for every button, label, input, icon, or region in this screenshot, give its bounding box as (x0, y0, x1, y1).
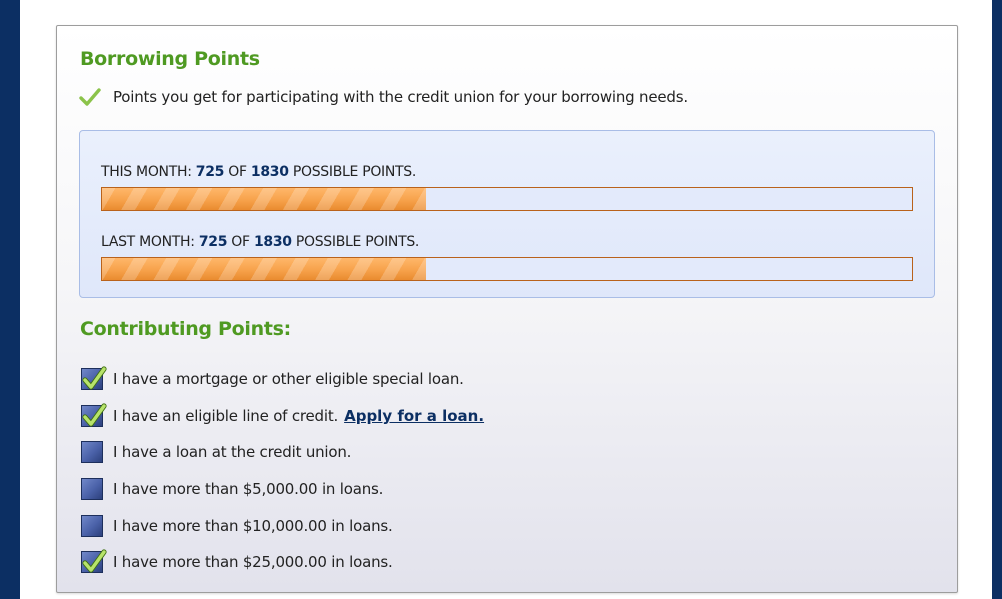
last-month-progress-fill (102, 258, 426, 280)
item-label: I have more than $10,000.00 in loans. (113, 516, 393, 535)
last-month-progress-bar (101, 257, 913, 281)
this-month-progress-fill (102, 188, 426, 210)
last-month-points: 725 (198, 234, 228, 250)
this-month-total: 1830 (250, 164, 289, 180)
last-month-label: LAST MONTH: 725 OF 1830 POSSIBLE POINTS. (101, 234, 419, 250)
list-item: I have an eligible line of credit. Apply… (81, 398, 484, 435)
last-month-of: OF (231, 234, 250, 250)
borrowing-points-panel: Borrowing Points Points you get for part… (56, 25, 958, 593)
section-title: Borrowing Points (80, 48, 260, 70)
contributing-points-title: Contributing Points: (80, 318, 291, 340)
list-item: I have a mortgage or other eligible spec… (81, 361, 484, 398)
this-month-label: THIS MONTH: 725 OF 1830 POSSIBLE POINTS. (101, 164, 416, 180)
list-item: I have more than $5,000.00 in loans. (81, 471, 484, 508)
checkbox-unchecked-icon[interactable] (81, 514, 103, 537)
this-month-of: OF (228, 164, 247, 180)
last-month-prefix: LAST MONTH: (101, 234, 195, 250)
checkbox-unchecked-icon[interactable] (81, 441, 103, 464)
checkbox-checked-icon[interactable] (81, 403, 107, 427)
checkbox-unchecked-icon[interactable] (81, 478, 103, 501)
this-month-progress-bar (101, 187, 913, 211)
item-label: I have more than $5,000.00 in loans. (113, 480, 384, 499)
apply-for-loan-link[interactable]: Apply for a loan. (344, 407, 484, 425)
subtitle-row: Points you get for participating with th… (79, 86, 688, 108)
last-month-suffix: POSSIBLE POINTS. (295, 234, 420, 250)
points-summary-box: THIS MONTH: 725 OF 1830 POSSIBLE POINTS.… (79, 130, 935, 298)
checkbox-checked-icon[interactable] (81, 549, 107, 574)
this-month-points: 725 (195, 164, 225, 180)
this-month-suffix: POSSIBLE POINTS. (292, 164, 417, 180)
list-item: I have a loan at the credit union. (81, 434, 484, 471)
list-item: I have more than $10,000.00 in loans. (81, 507, 484, 544)
right-frame-bar (992, 0, 1002, 599)
checkmark-icon (79, 88, 101, 106)
this-month-prefix: THIS MONTH: (101, 164, 192, 180)
section-subtitle: Points you get for participating with th… (113, 88, 688, 106)
last-month-total: 1830 (253, 234, 292, 250)
item-label: I have a mortgage or other eligible spec… (113, 370, 464, 389)
item-label: I have a loan at the credit union. (113, 443, 352, 462)
list-item: I have more than $25,000.00 in loans. (81, 544, 484, 581)
left-frame-bar (0, 0, 20, 599)
checkbox-checked-icon[interactable] (81, 366, 107, 391)
item-label: I have an eligible line of credit. (113, 406, 339, 425)
contributing-points-list: I have a mortgage or other eligible spec… (81, 361, 484, 581)
item-label: I have more than $25,000.00 in loans. (113, 553, 393, 572)
